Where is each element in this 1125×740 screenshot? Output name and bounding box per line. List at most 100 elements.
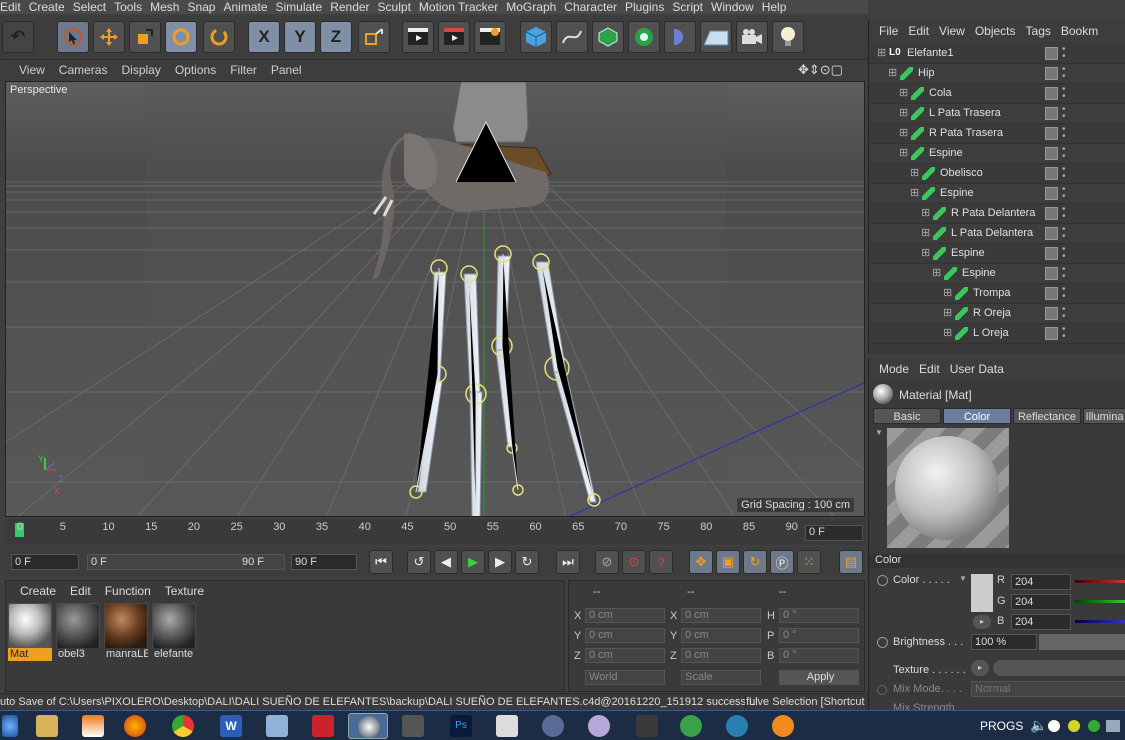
menu-item[interactable]: Simulate (276, 0, 331, 14)
object-menu-item[interactable]: Edit (908, 24, 929, 38)
brightness-slider[interactable] (1039, 634, 1125, 650)
key-scale-icon[interactable]: ▣ (716, 550, 740, 574)
brightness-field[interactable]: 100 % (971, 634, 1037, 650)
green-slider[interactable] (1075, 600, 1125, 603)
material-preview[interactable] (887, 428, 1009, 548)
editor-render-dots-icon[interactable]: • • (1062, 205, 1066, 222)
app5-taskbar-icon[interactable] (680, 715, 702, 737)
render-view-icon[interactable] (402, 21, 434, 53)
goto-start-icon[interactable]: ⏮ (369, 550, 393, 574)
render-picture-viewer-icon[interactable] (438, 21, 470, 53)
tray-icon[interactable] (1106, 720, 1120, 732)
object-row[interactable]: ⊞ Cola • • (869, 84, 1125, 104)
object-menu-item[interactable]: Tags (1026, 24, 1051, 38)
material-swatch[interactable]: manraLE (104, 603, 148, 661)
preview-collapse-icon[interactable]: ▼ (875, 428, 883, 437)
menu-item[interactable]: Mesh (150, 0, 187, 14)
rotation-b-field[interactable]: 0 ° (779, 648, 859, 663)
menu-item[interactable]: Window (711, 0, 762, 14)
coordinate-system-icon[interactable] (358, 21, 390, 53)
visibility-tag-icon[interactable] (1045, 47, 1058, 60)
previous-frame-icon[interactable]: ◀ (434, 550, 458, 574)
rotation-h-field[interactable]: 0 ° (779, 608, 859, 623)
attribute-menu-item[interactable]: User Data (950, 362, 1004, 376)
cloner-icon[interactable] (628, 21, 660, 53)
object-row[interactable]: ⊞ Trompa • • (869, 284, 1125, 304)
editor-render-dots-icon[interactable]: • • (1062, 265, 1066, 282)
attribute-menu-item[interactable]: Mode (879, 362, 909, 376)
scale-tool[interactable] (129, 21, 161, 53)
subdivision-surface-icon[interactable] (592, 21, 624, 53)
object-menu-item[interactable]: View (939, 24, 965, 38)
material-menu-item[interactable]: Create (20, 584, 56, 598)
object-menu-item[interactable]: Objects (975, 24, 1016, 38)
expand-toggle-icon[interactable]: ⊞ (943, 326, 952, 339)
cinema4d-taskbar-button[interactable] (348, 713, 388, 739)
app2-taskbar-icon[interactable] (542, 715, 564, 737)
x-axis-lock[interactable]: X (248, 21, 280, 53)
start-button-icon[interactable] (2, 715, 18, 737)
red-value-field[interactable]: 204 (1011, 574, 1071, 590)
object-row[interactable]: ⊞ Espine • • (869, 144, 1125, 164)
size-z-field[interactable]: 0 cm (681, 648, 761, 663)
position-x-field[interactable]: 0 cm (585, 608, 665, 623)
object-row[interactable]: ⊞ R Pata Trasera • • (869, 124, 1125, 144)
visibility-tag-icon[interactable] (1045, 267, 1058, 280)
menu-item[interactable]: Character (564, 0, 625, 14)
cube-primitive-icon[interactable] (520, 21, 552, 53)
object-row[interactable]: ⊞ Obelisco • • (869, 164, 1125, 184)
visibility-tag-icon[interactable] (1045, 247, 1058, 260)
visibility-tag-icon[interactable] (1045, 107, 1058, 120)
object-row[interactable]: ⊞ L Pata Delantera • • (869, 224, 1125, 244)
material-swatch[interactable]: obel3 (56, 603, 100, 661)
visibility-tag-icon[interactable] (1045, 187, 1058, 200)
app3-taskbar-icon[interactable] (588, 715, 610, 737)
menu-item[interactable]: Render (330, 0, 377, 14)
notes-taskbar-icon[interactable] (266, 715, 288, 737)
brightness-animate-icon[interactable] (877, 637, 888, 648)
camera-icon[interactable] (736, 21, 768, 53)
next-key-icon[interactable]: ↻ (515, 550, 539, 574)
app-taskbar-icon[interactable] (496, 715, 518, 737)
expand-toggle-icon[interactable]: ⊞ (899, 146, 908, 159)
viewport-navigation-icons[interactable]: ✥⇕⊙▢ (798, 62, 843, 78)
color-swatch[interactable] (971, 574, 993, 612)
material-menu-item[interactable]: Texture (165, 584, 204, 598)
visibility-tag-icon[interactable] (1045, 207, 1058, 220)
material-menu-item[interactable]: Edit (70, 584, 91, 598)
editor-render-dots-icon[interactable]: • • (1062, 305, 1066, 322)
visibility-tag-icon[interactable] (1045, 127, 1058, 140)
explorer-taskbar-icon[interactable] (36, 715, 58, 737)
editor-render-dots-icon[interactable]: • • (1062, 145, 1066, 162)
menu-item[interactable]: MoGraph (506, 0, 564, 14)
visibility-tag-icon[interactable] (1045, 167, 1058, 180)
viewport-menu-item[interactable]: Options (175, 63, 216, 77)
red-slider[interactable] (1075, 580, 1125, 583)
object-menu-item[interactable]: File (879, 24, 898, 38)
viewport-menu-item[interactable]: Cameras (59, 63, 108, 77)
tab-color[interactable]: Color (943, 408, 1011, 424)
volume-icon[interactable]: 🔈 (1030, 717, 1047, 734)
expand-toggle-icon[interactable]: ⊞ (877, 46, 886, 59)
object-menu-item[interactable]: Bookm (1061, 24, 1098, 38)
size-y-field[interactable]: 0 cm (681, 628, 761, 643)
editor-render-dots-icon[interactable]: • • (1062, 85, 1066, 102)
tray-icon[interactable] (1068, 720, 1080, 732)
color-dropdown-icon[interactable]: ▼ (959, 574, 967, 583)
z-axis-lock[interactable]: Z (320, 21, 352, 53)
menu-item[interactable]: Plugins (625, 0, 672, 14)
autokey-icon[interactable]: ⊙ (622, 550, 646, 574)
blender-taskbar-icon[interactable] (772, 715, 794, 737)
visibility-tag-icon[interactable] (1045, 87, 1058, 100)
menu-item[interactable]: Sculpt (378, 0, 419, 14)
position-z-field[interactable]: 0 cm (585, 648, 665, 663)
visibility-tag-icon[interactable] (1045, 287, 1058, 300)
menu-item[interactable]: Motion Tracker (419, 0, 506, 14)
texture-menu-icon[interactable]: ▸ (971, 660, 989, 676)
spline-pen-icon[interactable] (556, 21, 588, 53)
render-settings-icon[interactable] (474, 21, 506, 53)
floor-icon[interactable] (700, 21, 732, 53)
object-row[interactable]: ⊞ R Pata Delantera • • (869, 204, 1125, 224)
deformer-icon[interactable] (664, 21, 696, 53)
end-frame-field[interactable]: 90 F (291, 554, 357, 570)
